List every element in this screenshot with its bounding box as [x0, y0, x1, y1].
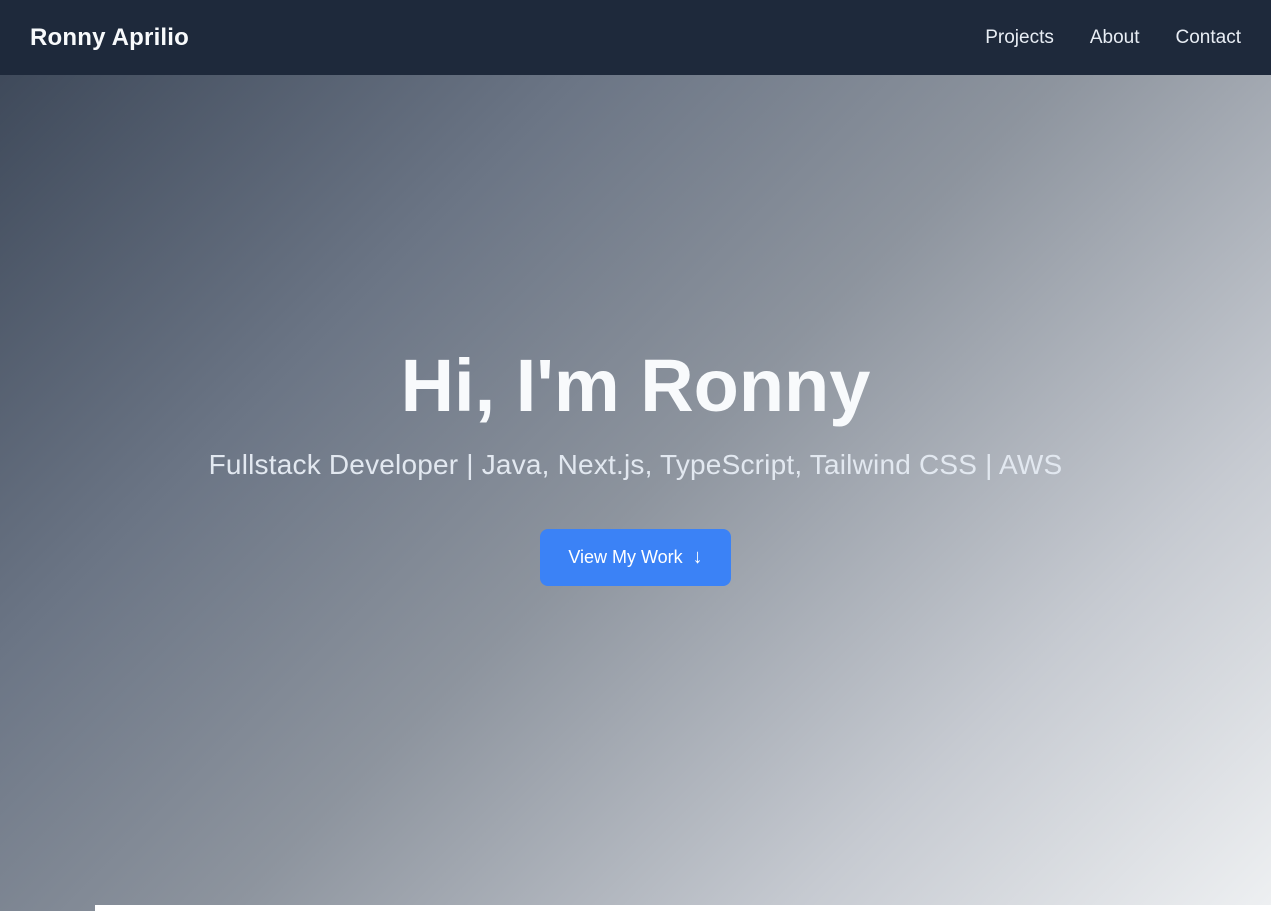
- hero-content: Hi, I'm Ronny Fullstack Developer | Java…: [209, 345, 1063, 585]
- nav-links: Projects About Contact: [985, 27, 1241, 49]
- nav-link-about[interactable]: About: [1090, 27, 1140, 49]
- nav-link-projects[interactable]: Projects: [985, 27, 1054, 49]
- brand-logo[interactable]: Ronny Aprilio: [30, 24, 189, 52]
- view-my-work-button[interactable]: View My Work ↓: [540, 529, 730, 586]
- navbar: Ronny Aprilio Projects About Contact: [0, 0, 1271, 75]
- next-section-edge: [95, 905, 1271, 911]
- hero-subtitle: Fullstack Developer | Java, Next.js, Typ…: [209, 449, 1063, 481]
- arrow-down-icon: ↓: [693, 547, 703, 567]
- nav-link-contact[interactable]: Contact: [1176, 27, 1241, 49]
- hero-section: Hi, I'm Ronny Fullstack Developer | Java…: [0, 0, 1271, 911]
- hero-title: Hi, I'm Ronny: [401, 345, 871, 426]
- view-my-work-label: View My Work: [568, 547, 682, 568]
